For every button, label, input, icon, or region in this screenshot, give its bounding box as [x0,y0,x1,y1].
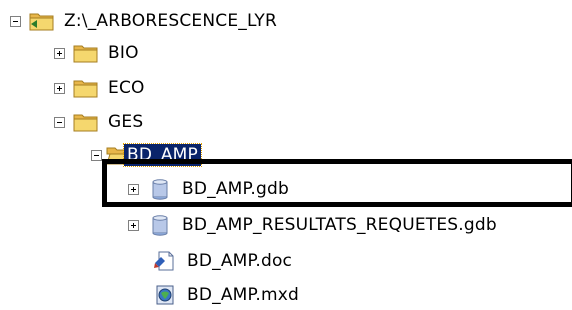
tree-node-label: GES [108,112,144,132]
tree-node-label: BD_AMP [122,143,203,167]
tree-node-bd-amp[interactable]: BD_AMP [91,141,203,169]
collapse-toggle[interactable] [54,116,65,128]
expand-toggle[interactable] [128,219,139,231]
file-geodatabase-icon [152,179,168,200]
folder-icon [73,114,98,132]
folder-icon [73,45,98,63]
tree-node-bd-amp-mxd[interactable]: BD_AMP.mxd [152,281,302,309]
tree-node-ges[interactable]: GES [54,108,146,136]
arcmap-document-icon [156,285,174,305]
tree-node-label: ECO [108,78,145,98]
expand-toggle[interactable] [54,82,65,94]
tree-node-label: BIO [108,43,139,63]
tree-node-label: Z:\_ARBORESCENCE_LYR [64,11,277,31]
expand-toggle[interactable] [128,183,139,195]
document-icon [154,251,174,271]
tree-node-label: BD_AMP.gdb [182,179,289,199]
expand-toggle[interactable] [54,47,65,59]
folder-icon [73,80,98,98]
tree-node-label: BD_AMP.doc [187,251,293,271]
collapse-toggle[interactable] [91,149,102,161]
tree-node-label: BD_AMP_RESULTATS_REQUETES.gdb [182,215,497,235]
network-drive-folder-icon [29,13,54,31]
file-geodatabase-icon [152,215,168,236]
tree-node-label: BD_AMP.mxd [187,285,299,305]
collapse-toggle[interactable] [10,15,21,27]
tree-node-bd-amp-resultats-gdb[interactable]: BD_AMP_RESULTATS_REQUETES.gdb [128,211,500,239]
tree-node-root[interactable]: Z:\_ARBORESCENCE_LYR [10,7,280,35]
tree-node-eco[interactable]: ECO [54,74,148,102]
tree-node-bd-amp-doc[interactable]: BD_AMP.doc [152,247,295,275]
tree-node-bd-amp-gdb[interactable]: BD_AMP.gdb [128,175,292,203]
tree-node-bio[interactable]: BIO [54,39,142,67]
